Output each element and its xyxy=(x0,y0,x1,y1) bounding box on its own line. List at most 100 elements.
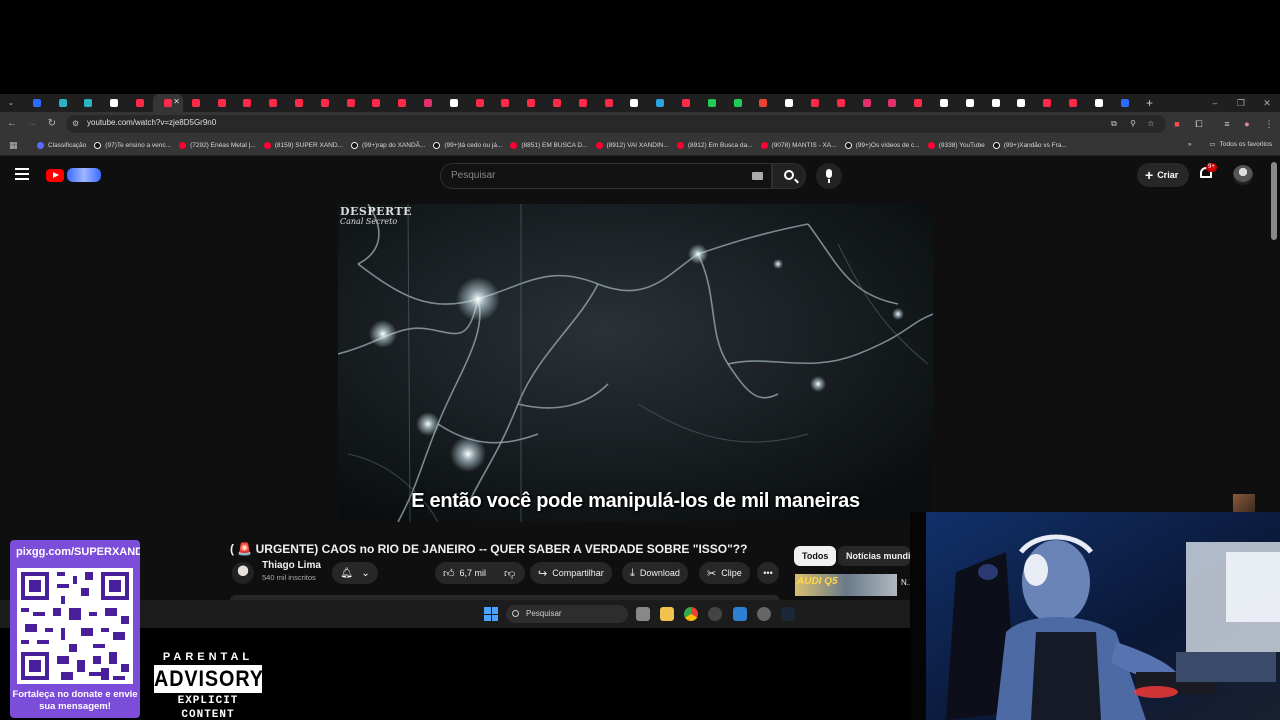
browser-tab[interactable] xyxy=(647,94,673,112)
back-icon[interactable]: ← xyxy=(5,117,19,131)
close-window-icon[interactable]: ✕ xyxy=(1254,94,1280,112)
restore-icon[interactable]: ❐ xyxy=(1228,94,1254,112)
app-icon[interactable] xyxy=(708,607,722,621)
browser-tab[interactable] xyxy=(1034,94,1060,112)
file-explorer-icon[interactable] xyxy=(660,607,674,621)
browser-tab[interactable] xyxy=(699,94,725,112)
browser-tab[interactable] xyxy=(467,94,493,112)
browser-tab[interactable] xyxy=(673,94,699,112)
browser-tab[interactable] xyxy=(183,94,209,112)
zoom-icon[interactable]: ⚲ xyxy=(1128,119,1138,129)
download-button[interactable]: ⤓ Download xyxy=(622,562,688,584)
chip-world-news[interactable]: Notícias mundiais xyxy=(838,546,910,566)
extension-icon[interactable]: ■ xyxy=(1170,117,1184,131)
bookmark-item[interactable]: (9338) YouTube xyxy=(924,138,989,154)
site-info-icon[interactable]: ⚙ xyxy=(72,119,82,129)
browser-tab[interactable] xyxy=(518,94,544,112)
browser-tab[interactable] xyxy=(493,94,519,112)
browser-tab[interactable] xyxy=(441,94,467,112)
search-input[interactable]: Pesquisar xyxy=(440,163,772,189)
all-bookmarks-button[interactable]: » ▭ Todos os favoritos xyxy=(1188,140,1272,149)
reload-icon[interactable]: ↻ xyxy=(45,117,59,131)
create-button[interactable]: + Criar xyxy=(1137,163,1189,187)
menu-icon[interactable]: ⋮ xyxy=(1262,117,1276,131)
browser-tab[interactable] xyxy=(364,94,390,112)
browser-tab[interactable] xyxy=(338,94,364,112)
install-icon[interactable]: ⧉ xyxy=(1109,119,1119,129)
apps-grid-icon[interactable]: ▦ xyxy=(9,140,23,151)
browser-tab[interactable] xyxy=(802,94,828,112)
bookmark-item[interactable]: (8912) Em Busca da... xyxy=(673,138,757,154)
browser-tab[interactable] xyxy=(312,94,338,112)
bookmark-item[interactable]: (99+)rap do XANDÃ... xyxy=(347,138,429,154)
browser-tab[interactable] xyxy=(751,94,777,112)
browser-tab[interactable] xyxy=(931,94,957,112)
avatar[interactable] xyxy=(1233,165,1253,185)
settings-icon[interactable] xyxy=(757,607,771,621)
browser-tab[interactable] xyxy=(24,94,50,112)
task-view-icon[interactable] xyxy=(636,607,650,621)
browser-tab[interactable] xyxy=(544,94,570,112)
browser-tab[interactable] xyxy=(828,94,854,112)
browser-tab[interactable] xyxy=(101,94,127,112)
browser-tab[interactable] xyxy=(415,94,441,112)
new-tab-button[interactable]: + xyxy=(1141,96,1157,110)
bookmark-item[interactable]: (99+)tá cedo ou já... xyxy=(429,138,506,154)
youtube-logo[interactable] xyxy=(46,168,101,182)
browser-tab[interactable] xyxy=(570,94,596,112)
browser-tab[interactable] xyxy=(260,94,286,112)
mini-thumbnail[interactable] xyxy=(1233,494,1255,512)
share-button[interactable]: ↪ Compartilhar xyxy=(530,562,612,584)
url-text[interactable]: youtube.com/watch?v=zje8D5Gr9n0 xyxy=(87,118,216,127)
more-actions-button[interactable]: ••• xyxy=(757,562,779,584)
bookmark-item[interactable]: (8159) SUPER XAND... xyxy=(260,138,347,154)
bookmark-item[interactable]: (8851) EM BUSCA D... xyxy=(506,138,591,154)
omnibox[interactable]: ⚙ youtube.com/watch?v=zje8D5Gr9n0 ⧉ ⚲ ☆ xyxy=(66,115,1166,133)
subscription-bell-button[interactable]: 🔔︎ ⌄ xyxy=(332,562,378,584)
browser-tab[interactable] xyxy=(983,94,1009,112)
browser-tab[interactable] xyxy=(1086,94,1112,112)
keyboard-icon[interactable] xyxy=(752,172,763,180)
browser-tab[interactable] xyxy=(596,94,622,112)
chrome-icon[interactable] xyxy=(684,607,698,621)
recommended-thumbnail[interactable]: AUDI Q5 xyxy=(795,574,897,596)
video-player[interactable]: DESPERTE Canal Secreto E então você pode… xyxy=(338,204,933,522)
taskbar-search[interactable]: Pesquisar xyxy=(506,605,628,623)
browser-tab[interactable] xyxy=(957,94,983,112)
bookmark-star-icon[interactable]: ☆ xyxy=(1146,119,1156,129)
bookmark-item[interactable]: (99+)Os vídeos de c... xyxy=(841,138,924,154)
browser-tab[interactable] xyxy=(286,94,312,112)
tab-search-icon[interactable]: ⌄ xyxy=(4,96,18,110)
like-count[interactable]: 6,7 mil xyxy=(460,568,487,578)
browser-tab[interactable] xyxy=(880,94,906,112)
chip-all[interactable]: Todos xyxy=(794,546,837,566)
browser-tab[interactable] xyxy=(1112,94,1138,112)
profile-icon[interactable]: ● xyxy=(1240,117,1254,131)
voice-search-button[interactable] xyxy=(816,163,842,189)
browser-tab[interactable] xyxy=(209,94,235,112)
bookmark-item[interactable]: (99+)Xandão vs Fra... xyxy=(989,138,1071,154)
browser-tab[interactable] xyxy=(76,94,102,112)
clip-button[interactable]: ✂ Clipe xyxy=(699,562,750,584)
browser-tab[interactable] xyxy=(905,94,931,112)
dislike-icon[interactable]: 👎︎ xyxy=(504,567,515,580)
forward-icon[interactable]: → xyxy=(25,117,39,131)
bookmark-item[interactable]: (97)Te ensino a venc... xyxy=(90,138,175,154)
steam-icon[interactable] xyxy=(781,607,795,621)
browser-tab[interactable] xyxy=(1060,94,1086,112)
app-icon-2[interactable] xyxy=(733,607,747,621)
browser-tab[interactable] xyxy=(50,94,76,112)
browser-tab[interactable]: ✕ xyxy=(152,94,183,112)
browser-tab[interactable] xyxy=(389,94,415,112)
scrollbar[interactable] xyxy=(1271,162,1277,240)
windows-start-icon[interactable] xyxy=(484,607,498,621)
search-button[interactable] xyxy=(772,163,806,189)
extensions-puzzle-icon[interactable]: ⧠ xyxy=(1192,117,1206,131)
bookmark-item[interactable]: (9078) MANTIS - XA... xyxy=(757,138,841,154)
channel-avatar[interactable] xyxy=(232,562,254,584)
media-icon[interactable]: ≡ xyxy=(1220,117,1234,131)
browser-tab[interactable] xyxy=(127,94,153,112)
browser-tab[interactable] xyxy=(235,94,261,112)
browser-tab[interactable] xyxy=(1008,94,1034,112)
browser-tab[interactable] xyxy=(725,94,751,112)
